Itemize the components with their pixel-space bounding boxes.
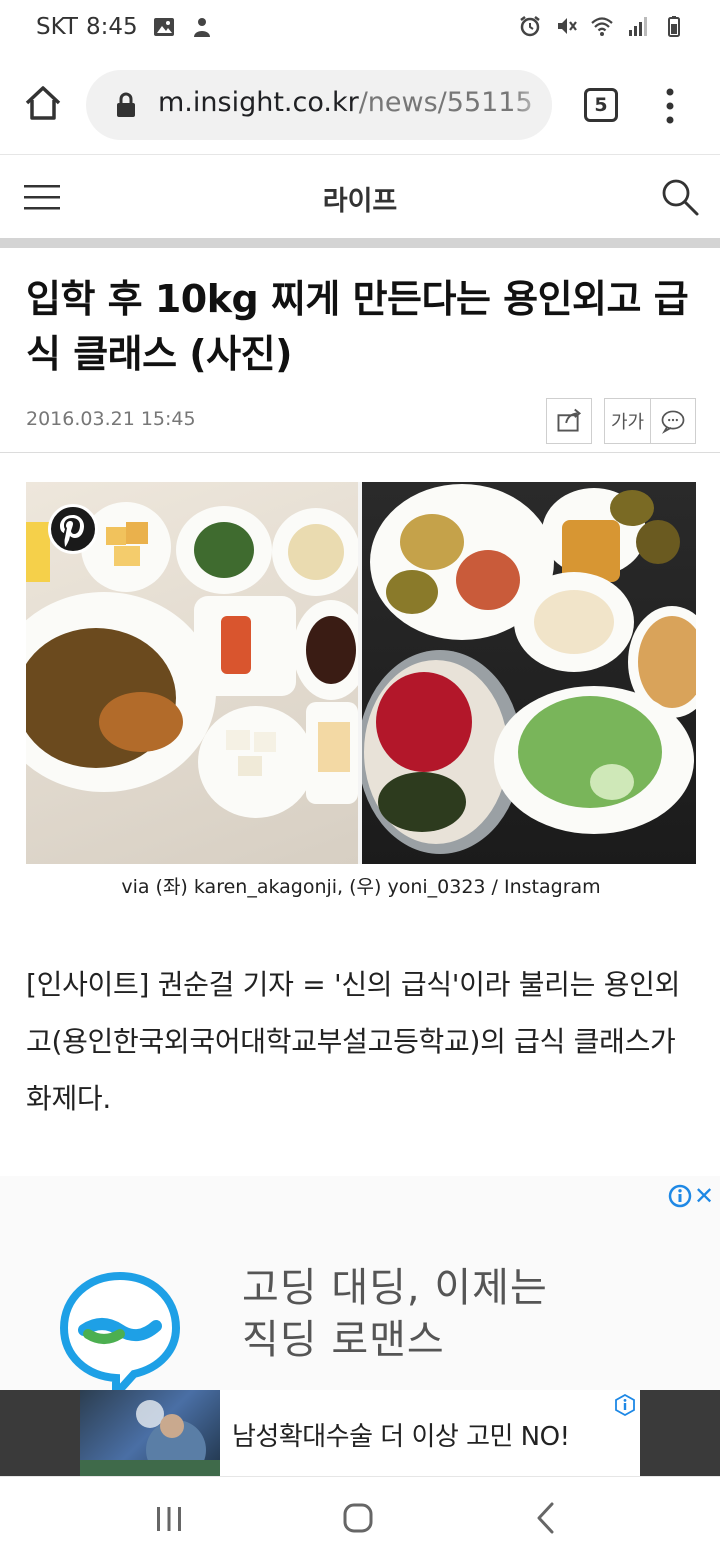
article-date: 2016.03.21 15:45: [26, 408, 196, 430]
share-button[interactable]: [546, 398, 592, 444]
tab-switcher-button[interactable]: 5: [584, 88, 618, 122]
pinterest-icon: [60, 515, 84, 547]
url-text[interactable]: m.insight.co.kr/news/55115: [158, 87, 533, 118]
status-right: [518, 14, 686, 38]
address-bar[interactable]: m.insight.co.kr/news/55115: [86, 70, 552, 140]
ad-headline-line2: 직딩 로맨스: [242, 1317, 445, 1363]
site-header: 라이프: [0, 154, 720, 238]
url-path: /news/55115: [358, 87, 533, 118]
image-icon: [153, 18, 174, 36]
wifi-icon: [591, 17, 613, 36]
back-nav-icon[interactable]: [532, 1501, 558, 1535]
recent-apps-icon[interactable]: [154, 1505, 184, 1533]
search-icon[interactable]: [660, 177, 700, 217]
url-fade: [512, 70, 552, 140]
meal-tray-right-drawing: [358, 484, 696, 854]
photo-right-meal-tray: [358, 482, 696, 864]
ad-close-icon[interactable]: ✕: [694, 1182, 714, 1210]
mute-icon: [558, 18, 577, 34]
section-title: 라이프: [322, 186, 398, 217]
more-options-icon[interactable]: [660, 86, 680, 126]
signal-icon: [629, 17, 647, 36]
share-icon: [557, 408, 582, 432]
home-icon[interactable]: [22, 82, 64, 124]
banner-ad-image: [80, 1390, 220, 1480]
status-left: SKT 8:45: [36, 14, 214, 40]
article-headline: 입학 후 10kg 찌게 만든다는 용인외고 급식 클래스 (사진): [26, 277, 689, 376]
banner-ad-content[interactable]: 남성확대수술 더 이상 고민 NO!: [80, 1390, 640, 1480]
banner-ad[interactable]: 남성확대수술 더 이상 고민 NO!: [0, 1390, 720, 1480]
carrier-label: SKT: [36, 14, 78, 40]
surgery-photo-drawing: [80, 1400, 220, 1480]
url-host: m.insight.co.kr: [158, 87, 359, 118]
pinterest-button[interactable]: [48, 504, 98, 554]
lock-icon: [117, 92, 135, 117]
battery-icon: [668, 16, 680, 37]
article-body: [인사이트] 권순걸 기자 = '신의 급식'이라 불리는 용인외고(용인한국외…: [26, 968, 681, 1115]
photo-left-meal-tray: [26, 482, 369, 864]
clock: 8:45: [85, 14, 138, 40]
home-nav-icon[interactable]: [342, 1501, 374, 1535]
photo-caption: via (좌) karen_akagonji, (우) yoni_0323 / …: [121, 876, 601, 898]
font-size-button[interactable]: 가가: [604, 398, 650, 444]
alarm-icon: [520, 16, 540, 37]
meta-divider: [0, 452, 720, 453]
ad-headline-line1: 고딩 대딩, 이제는: [242, 1265, 548, 1311]
ad-info-icon[interactable]: [668, 1184, 692, 1208]
header-divider: [0, 238, 720, 248]
ad-headline[interactable]: 고딩 대딩, 이제는 직딩 로맨스: [242, 1262, 662, 1366]
comment-icon: [661, 410, 685, 434]
comment-button[interactable]: [650, 398, 696, 444]
article-photo[interactable]: [26, 482, 696, 864]
system-navigation-bar: [0, 1476, 720, 1560]
chat-app-logo-icon: [59, 1271, 181, 1394]
banner-info-icon[interactable]: [614, 1394, 636, 1416]
person-notification-icon: [193, 18, 210, 37]
advertisement[interactable]: ✕ 고딩 대딩, 이제는 직딩 로맨스: [0, 1176, 720, 1394]
browser-toolbar: m.insight.co.kr/news/55115 5: [0, 58, 720, 154]
banner-ad-text: 남성확대수술 더 이상 고민 NO!: [232, 1422, 570, 1452]
status-bar: SKT 8:45: [0, 0, 720, 58]
